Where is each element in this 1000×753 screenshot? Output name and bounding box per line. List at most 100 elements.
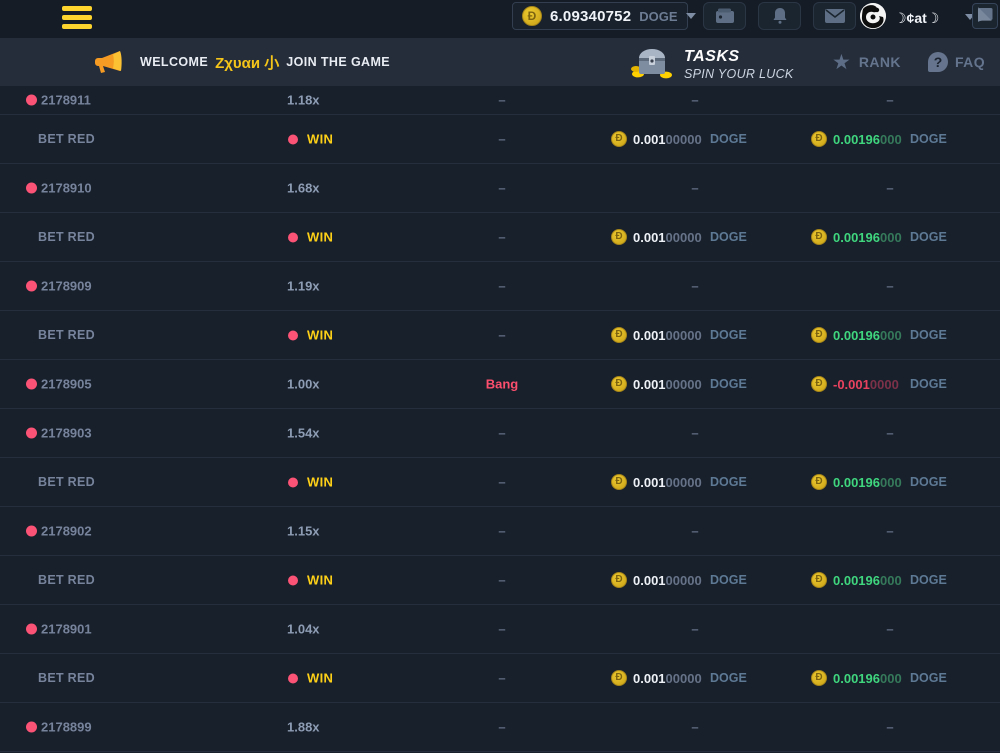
profit-amount: Ð0.00196000DOGE bbox=[811, 131, 947, 147]
doge-coin-icon: Ð bbox=[611, 131, 627, 147]
empty-value: – bbox=[498, 426, 505, 441]
announcement-bar: WELCOME Ζχυαи 小 JOIN THE GAME TASKS SPIN… bbox=[0, 38, 1000, 86]
wallet-button[interactable] bbox=[703, 2, 746, 30]
empty-value: – bbox=[498, 279, 505, 294]
game-multiplier: 1.00x bbox=[287, 377, 320, 392]
doge-coin-icon: Ð bbox=[811, 670, 827, 686]
username[interactable]: ☽¢at☽ bbox=[894, 10, 939, 27]
welcome-suffix: JOIN THE GAME bbox=[286, 55, 390, 69]
doge-coin-icon: Ð bbox=[811, 229, 827, 245]
empty-value: – bbox=[498, 720, 505, 735]
top-bar: Ð 6.09340752 DOGE ☽¢at☽ bbox=[0, 0, 1000, 38]
empty-value: – bbox=[691, 622, 698, 637]
tasks-link[interactable]: TASKS SPIN YOUR LUCK bbox=[630, 44, 794, 85]
table-row: BET RED WIN – Ð0.00100000DOGE Ð0.0019600… bbox=[0, 458, 1000, 507]
table-row: BET RED WIN – Ð0.00100000DOGE Ð0.0019600… bbox=[0, 213, 1000, 262]
balance-value: 6.09340752 bbox=[550, 8, 631, 25]
bet-amount: Ð0.00100000DOGE bbox=[611, 327, 747, 343]
table-row: 2178909 1.19x – – – bbox=[0, 262, 1000, 311]
doge-coin-icon: Ð bbox=[611, 376, 627, 392]
empty-value: – bbox=[498, 181, 505, 196]
game-status-dot bbox=[26, 428, 37, 439]
game-status-dot bbox=[26, 379, 37, 390]
notifications-button[interactable] bbox=[758, 2, 801, 30]
game-id[interactable]: 2178910 bbox=[41, 181, 92, 196]
currency-label: DOGE bbox=[910, 671, 947, 685]
currency-label: DOGE bbox=[910, 230, 947, 244]
currency-label: DOGE bbox=[910, 328, 947, 342]
game-status-dot bbox=[26, 95, 37, 106]
game-id[interactable]: 2178905 bbox=[41, 377, 92, 392]
balance-currency: DOGE bbox=[639, 9, 677, 24]
game-status-dot bbox=[26, 624, 37, 635]
messages-button[interactable] bbox=[813, 2, 856, 30]
red-dot-icon bbox=[288, 575, 298, 585]
win-status: WIN bbox=[307, 230, 333, 245]
table-row: 2178911 1.18x – – – bbox=[0, 86, 1000, 115]
game-multiplier: 1.68x bbox=[287, 181, 320, 196]
bet-type-label: BET RED bbox=[38, 230, 95, 244]
table-row: 2178903 1.54x – – – bbox=[0, 409, 1000, 458]
table-row: BET RED WIN – Ð0.00100000DOGE Ð0.0019600… bbox=[0, 311, 1000, 360]
bet-result: WIN bbox=[288, 671, 333, 686]
game-status-dot bbox=[26, 526, 37, 537]
win-status: WIN bbox=[307, 328, 333, 343]
bet-type-label: BET RED bbox=[38, 328, 95, 342]
empty-value: – bbox=[886, 93, 893, 108]
game-multiplier: 1.54x bbox=[287, 426, 320, 441]
bet-history-table: 2178911 1.18x – – – BET RED WIN – Ð0.001… bbox=[0, 86, 1000, 752]
bell-icon bbox=[771, 7, 789, 25]
bet-amount: Ð0.00100000DOGE bbox=[611, 131, 747, 147]
red-dot-icon bbox=[288, 477, 298, 487]
table-row: BET RED WIN – Ð0.00100000DOGE Ð0.0019600… bbox=[0, 115, 1000, 164]
currency-label: DOGE bbox=[710, 377, 747, 391]
welcome-prefix: WELCOME bbox=[140, 55, 208, 69]
currency-label: DOGE bbox=[710, 230, 747, 244]
chat-button[interactable] bbox=[972, 3, 998, 29]
chevron-down-icon bbox=[686, 13, 696, 19]
doge-coin-icon: Ð bbox=[811, 572, 827, 588]
currency-label: DOGE bbox=[710, 671, 747, 685]
game-multiplier: 1.88x bbox=[287, 720, 320, 735]
doge-coin-icon: Ð bbox=[811, 327, 827, 343]
game-id[interactable]: 2178909 bbox=[41, 279, 92, 294]
game-id[interactable]: 2178901 bbox=[41, 622, 92, 637]
faq-label: FAQ bbox=[955, 54, 985, 70]
bet-result: WIN bbox=[288, 230, 333, 245]
game-status-dot bbox=[26, 722, 37, 733]
menu-icon[interactable] bbox=[62, 6, 92, 29]
welcome-player-name[interactable]: Ζχυαи 小 bbox=[215, 52, 279, 73]
empty-value: – bbox=[498, 573, 505, 588]
empty-value: – bbox=[886, 279, 893, 294]
bang-status: Bang bbox=[486, 377, 519, 392]
game-multiplier: 1.04x bbox=[287, 622, 320, 637]
game-id[interactable]: 2178903 bbox=[41, 426, 92, 441]
game-id[interactable]: 2178902 bbox=[41, 524, 92, 539]
profit-amount: Ð0.00196000DOGE bbox=[811, 572, 947, 588]
game-id[interactable]: 2178899 bbox=[41, 720, 92, 735]
table-row: BET RED WIN – Ð0.00100000DOGE Ð0.0019600… bbox=[0, 654, 1000, 703]
red-dot-icon bbox=[288, 232, 298, 242]
game-id[interactable]: 2178911 bbox=[41, 93, 91, 108]
empty-value: – bbox=[498, 328, 505, 343]
doge-coin-icon: Ð bbox=[811, 131, 827, 147]
doge-coin-icon: Ð bbox=[811, 474, 827, 490]
currency-label: DOGE bbox=[910, 475, 947, 489]
win-status: WIN bbox=[307, 573, 333, 588]
bet-result: WIN bbox=[288, 328, 333, 343]
chat-icon bbox=[977, 6, 993, 27]
rank-link[interactable]: ★ RANK bbox=[832, 38, 901, 86]
empty-value: – bbox=[691, 426, 698, 441]
empty-value: – bbox=[691, 524, 698, 539]
empty-value: – bbox=[498, 230, 505, 245]
doge-coin-icon: Ð bbox=[522, 6, 542, 26]
faq-link[interactable]: ? FAQ bbox=[928, 38, 985, 86]
empty-value: – bbox=[886, 524, 893, 539]
doge-coin-icon: Ð bbox=[611, 670, 627, 686]
empty-value: – bbox=[691, 279, 698, 294]
bet-type-label: BET RED bbox=[38, 132, 95, 146]
table-row: 2178901 1.04x – – – bbox=[0, 605, 1000, 654]
megaphone-icon bbox=[94, 50, 124, 79]
user-avatar[interactable] bbox=[860, 3, 886, 29]
balance-selector[interactable]: Ð 6.09340752 DOGE bbox=[512, 2, 688, 30]
